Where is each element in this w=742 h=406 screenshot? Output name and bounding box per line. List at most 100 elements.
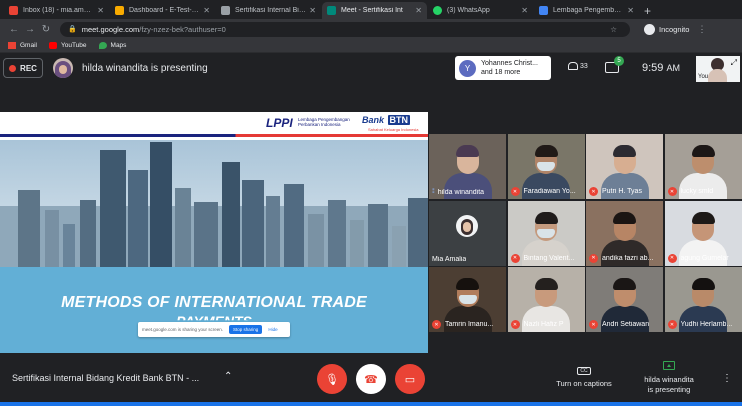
camera-off-icon: ▭ [404, 373, 416, 386]
maps-icon [98, 42, 107, 49]
document-icon [221, 6, 230, 15]
mic-off-icon: ✕ [667, 253, 677, 263]
tab-sertifikasi[interactable]: Sertifikasi Internal Bidang✕ [216, 2, 321, 19]
camera-toggle-button[interactable]: ▭ [395, 364, 425, 394]
mic-off-icon: ✕ [667, 320, 677, 329]
join-notification[interactable]: Y Yohannes Christ... and 18 more [455, 56, 551, 80]
participant-grid: ⦙⦙⦙ hilda winandita ✕ Faradiawan Yo... ✕ Putr… [429, 134, 742, 332]
close-icon[interactable]: ✕ [309, 6, 316, 15]
captions-icon: CC [577, 367, 591, 375]
presenter-avatar [53, 58, 73, 78]
incognito-icon [644, 23, 655, 35]
gmail-icon [9, 6, 18, 15]
mic-off-icon: ✕ [589, 253, 598, 263]
participant-tile[interactable]: ✕ Faradiawan Yo... [507, 134, 585, 199]
reload-icon[interactable]: ↻ [38, 24, 54, 35]
meeting-clock: 9:59 AM [642, 62, 680, 74]
meet-top-bar: REC hilda winandita is presenting Y Yoha… [0, 53, 742, 84]
mic-toggle-button[interactable]: 🎙 [317, 364, 347, 394]
captions-button[interactable]: CC Turn on captions [548, 365, 620, 388]
incognito-indicator[interactable]: Incognito [644, 23, 689, 35]
new-tab-button[interactable]: + [644, 2, 651, 19]
browser-window: Inbox (18) - mia.amalia@ ✕ Dashboard - E-… [0, 0, 742, 406]
close-icon[interactable]: ✕ [627, 6, 634, 15]
meet-controls-bar: Sertifikasi Internal Bidang Kredit Bank … [0, 355, 742, 406]
lock-icon[interactable]: 🔒 [68, 25, 77, 33]
url-host: meet.google.com [81, 24, 140, 34]
browser-menu-icon[interactable]: ⋮ [697, 24, 706, 35]
close-icon[interactable]: ✕ [521, 6, 528, 15]
participant-tile[interactable]: ✕ Andri Setiawan [586, 267, 663, 332]
meet-icon [327, 6, 336, 15]
tab-lembaga[interactable]: Lembaga Pengembangan✕ [534, 2, 639, 19]
forward-icon[interactable]: → [22, 24, 38, 35]
bookmark-gmail[interactable]: Gmail [8, 42, 37, 49]
mic-off-icon: ✕ [510, 320, 520, 329]
close-icon[interactable]: ✕ [203, 6, 210, 15]
participant-tile[interactable]: ✕ Nazli Hafiz P [507, 267, 585, 332]
participant-tile[interactable]: ✕ Tamrin Imanu... [429, 267, 506, 332]
tab-gmail[interactable]: Inbox (18) - mia.amalia@ ✕ [4, 2, 109, 19]
participant-name-label: ✕ Faradiawan Yo... [510, 187, 582, 196]
close-icon[interactable]: ✕ [97, 6, 104, 15]
participant-tile[interactable]: ✕ lucky smld [664, 134, 742, 199]
participant-tile[interactable]: ⦙⦙⦙ hilda winandita [429, 134, 506, 199]
tab-meet[interactable]: Meet - Sertifikasi Int ✕ [322, 2, 427, 19]
leave-call-button[interactable]: ☎ [356, 364, 386, 394]
people-button[interactable]: 33 [568, 62, 588, 70]
tab-whatsapp[interactable]: (3) WhatsApp ✕ [428, 2, 533, 19]
participant-name-label: ✕ andika fazri ab... [589, 253, 660, 263]
presentation-slide: LPPI Lembaga Pengembangan Perbankan Indon… [0, 112, 428, 353]
participant-name-label: ✕ Nazli Hafiz P [510, 320, 582, 329]
more-options-icon[interactable]: ⋮ [722, 373, 732, 384]
participant-tile[interactable]: ✕ Yudhi Herlamb... [664, 267, 742, 332]
participant-name-label: ✕ lucky smld [667, 187, 739, 196]
address-bar[interactable]: 🔒 meet.google.com /fzy-nzez-bek?authuser… [60, 21, 630, 37]
document-icon [539, 6, 548, 15]
people-icon [568, 62, 578, 70]
chevron-up-icon[interactable]: ⌃ [224, 371, 232, 382]
participant-name-label: ✕ Andri Setiawan [589, 320, 660, 329]
face-mask [458, 295, 477, 304]
browser-toolbar: ← → ↻ 🔒 meet.google.com /fzy-nzez-bek?au… [0, 19, 742, 39]
meeting-title[interactable]: Sertifikasi Internal Bidang Kredit Bank … [12, 373, 199, 383]
back-icon[interactable]: ← [6, 24, 22, 35]
participant-name-label: Mia Amalia [432, 255, 467, 263]
btn-logo: Bank BTN [362, 115, 411, 125]
avatar [456, 214, 478, 237]
face-mask [537, 228, 555, 238]
participant-name-label: ✕ Putri H. Tyas [589, 187, 660, 196]
youtube-icon [48, 42, 57, 49]
avatar: Y [459, 59, 476, 77]
participant-name-label: ✕ Yudhi Herlamb... [667, 320, 739, 329]
bookmark-youtube[interactable]: YouTube [48, 42, 87, 49]
tab-dashboard[interactable]: Dashboard - E-Test-LPPI ✕ [110, 2, 215, 19]
participant-tile[interactable]: ✕ Putri H. Tyas [586, 134, 663, 199]
lppi-logo: LPPI [266, 116, 293, 130]
participant-name-label: ✕ agung Gumelar [667, 253, 739, 263]
presenting-button[interactable]: hilda winandita is presenting [636, 361, 702, 395]
audio-wave-icon: ⦙⦙⦙ [432, 188, 435, 195]
mic-off-icon: ✕ [510, 187, 520, 196]
participant-tile[interactable]: ✕ andika fazri ab... [586, 200, 663, 266]
recording-indicator[interactable]: REC [3, 58, 43, 78]
mic-off-icon: ✕ [589, 187, 598, 196]
close-icon[interactable]: ✕ [415, 6, 422, 15]
participant-tile[interactable]: ✕ agung Gumelar [664, 200, 742, 266]
slide-divider [0, 134, 428, 137]
hide-button[interactable]: Hide [268, 327, 277, 332]
tab-strip: Inbox (18) - mia.amalia@ ✕ Dashboard - E-… [0, 0, 742, 19]
participant-tile[interactable]: ✕ Bintang Valent... [507, 200, 585, 266]
slide-title: METHODS OF INTERNATIONAL TRADE [61, 294, 367, 311]
participant-tile[interactable]: Mia Amalia [429, 200, 506, 266]
dashboard-icon [115, 6, 124, 15]
screen-share-bar: meet.google.com is sharing your screen. … [138, 322, 290, 337]
participant-name-label: ⦙⦙⦙ hilda winandita [432, 188, 485, 196]
present-screen-icon [663, 361, 675, 370]
star-icon[interactable]: ☆ [610, 25, 622, 34]
expand-icon[interactable]: ⤢ [731, 58, 737, 68]
stop-sharing-button[interactable]: Stop sharing [229, 325, 263, 334]
bookmark-maps[interactable]: Maps [98, 42, 126, 49]
lppi-subtitle: Lembaga Pengembangan Perbankan Indonesia [298, 117, 350, 127]
self-view[interactable]: You ⤢ [696, 56, 740, 82]
